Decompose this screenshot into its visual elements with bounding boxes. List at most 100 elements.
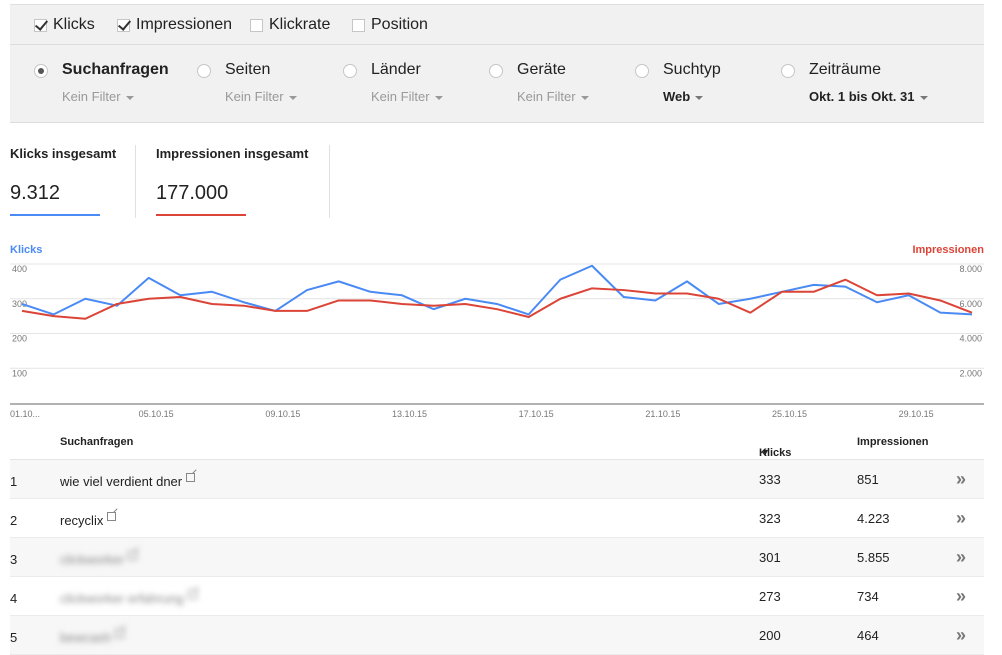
filter-dropdown[interactable]: Kein Filter — [517, 89, 589, 104]
y-tick-right: 2.000 — [959, 368, 982, 378]
row-details-chevron-icon[interactable]: » — [956, 625, 966, 646]
filter-dropdown[interactable]: Kein Filter — [225, 89, 297, 104]
caret-down-icon — [919, 95, 928, 100]
row-index: 5 — [10, 630, 18, 645]
divider — [135, 145, 136, 218]
x-tick-label: 21.10.15 — [645, 409, 680, 419]
row-clicks: 301 — [759, 550, 781, 565]
radio[interactable] — [197, 64, 211, 78]
y-tick-left: 200 — [12, 334, 27, 344]
checkbox-box[interactable] — [352, 18, 365, 32]
divider — [329, 145, 330, 218]
table-row[interactable]: 1 wie viel verdient dner 333 851 » — [10, 460, 984, 499]
caret-down-icon — [288, 95, 297, 100]
radio[interactable] — [635, 64, 649, 78]
table-row[interactable]: 3 clickworker 301 5.855 » — [10, 538, 984, 577]
table-row[interactable]: 2 recyclix 323 4.223 » — [10, 499, 984, 538]
checkbox-label: Klickrate — [269, 16, 331, 33]
row-query[interactable]: recyclix — [60, 512, 117, 528]
external-link-icon[interactable] — [107, 512, 117, 521]
row-details-chevron-icon[interactable]: » — [956, 586, 966, 607]
row-query[interactable]: bewcash — [60, 629, 125, 645]
legend-klicks: Klicks — [10, 244, 43, 256]
table-row[interactable]: 4 clickworker erfahrung 273 734 » — [10, 577, 984, 616]
query-text: clickworker — [60, 552, 125, 567]
row-details-chevron-icon[interactable]: » — [956, 547, 966, 568]
header-impressions[interactable]: Impressionen — [857, 436, 929, 448]
row-query[interactable]: clickworker — [60, 551, 138, 567]
query-text: wie viel verdient dner — [60, 474, 183, 489]
row-impressions: 851 — [857, 472, 879, 487]
checkbox-label: Impressionen — [136, 16, 233, 33]
table-row[interactable]: 5 bewcash 200 464 » — [10, 616, 984, 655]
stat-label: Klicks insgesamt — [10, 146, 117, 161]
row-details-chevron-icon[interactable]: » — [956, 469, 966, 490]
sort-desc-icon: ▼ — [761, 447, 770, 457]
caret-down-icon — [695, 95, 704, 100]
table-body: 1 wie viel verdient dner 333 851 » 2 recyclix 3… — [10, 460, 984, 655]
filter-dropdown[interactable]: Web — [663, 89, 704, 104]
checkbox-label: Klicks — [53, 16, 95, 33]
row-index: 4 — [10, 591, 18, 606]
checkbox-box[interactable] — [117, 18, 130, 32]
row-impressions: 5.855 — [857, 550, 890, 565]
caret-down-icon — [434, 95, 443, 100]
x-tick-label: 13.10.15 — [392, 409, 427, 419]
stat-underline-red — [156, 214, 246, 216]
legend-impressionen: Impressionen — [912, 244, 984, 256]
row-index: 2 — [10, 513, 18, 528]
radio[interactable] — [489, 64, 503, 78]
external-link-icon[interactable] — [128, 551, 138, 560]
filter-text: Kein Filter — [371, 89, 430, 104]
checkbox-klicks[interactable]: Klicks — [34, 16, 95, 34]
checkbox-position[interactable]: Position — [352, 16, 428, 34]
checkbox-box[interactable] — [250, 18, 263, 32]
row-query[interactable]: clickworker erfahrung — [60, 590, 197, 606]
filter-text: Kein Filter — [225, 89, 284, 104]
query-text: clickworker erfahrung — [60, 591, 184, 606]
header-query[interactable]: Suchanfragen — [60, 436, 133, 448]
query-text: recyclix — [60, 513, 104, 528]
checkbox-label: Position — [371, 16, 428, 33]
row-details-chevron-icon[interactable]: » — [956, 508, 966, 529]
row-clicks: 273 — [759, 589, 781, 604]
caret-down-icon — [125, 95, 134, 100]
row-impressions: 4.223 — [857, 511, 890, 526]
filter-dropdown[interactable]: Okt. 1 bis Okt. 31 — [809, 89, 928, 104]
filter-dropdown[interactable]: Kein Filter — [371, 89, 443, 104]
row-clicks: 200 — [759, 628, 781, 643]
radio[interactable] — [781, 64, 795, 78]
stat-value: 177.000 — [156, 182, 229, 204]
series-line-klicks — [21, 264, 973, 316]
x-tick-label: 25.10.15 — [772, 409, 807, 419]
y-tick-left: 400 — [12, 264, 27, 274]
y-tick-right: 4.000 — [959, 334, 982, 344]
stat-impressions-total[interactable]: Impressionen insgesamt 177.000 — [156, 146, 308, 216]
external-link-icon[interactable] — [115, 629, 125, 638]
tab-label: Suchanfragen — [62, 61, 169, 78]
filter-text: Web — [663, 89, 691, 104]
external-link-icon[interactable] — [186, 473, 196, 482]
row-query[interactable]: wie viel verdient dner — [60, 473, 196, 489]
filter-dropdown[interactable]: Kein Filter — [62, 89, 134, 104]
table-header: Suchanfragen Klicks ▼ Impressionen — [10, 425, 984, 460]
checkbox-box[interactable] — [34, 18, 47, 32]
filter-text: Okt. 1 bis Okt. 31 — [809, 89, 915, 104]
queries-table: Suchanfragen Klicks ▼ Impressionen 1 wie v… — [10, 425, 984, 655]
row-clicks: 323 — [759, 511, 781, 526]
x-tick-label: 01.10... — [10, 409, 40, 419]
stat-clicks-total[interactable]: Klicks insgesamt 9.312 — [10, 146, 117, 216]
checkbox-impressionen[interactable]: Impressionen — [117, 16, 232, 34]
checkbox-klickrate[interactable]: Klickrate — [250, 16, 330, 34]
radio-selected[interactable] — [34, 64, 48, 78]
y-tick-right: 8.000 — [959, 264, 982, 274]
radio[interactable] — [343, 64, 357, 78]
line-chart: Klicks Impressionen 400 8.000 300 6.000 200 4… — [0, 240, 1002, 425]
row-impressions: 464 — [857, 628, 879, 643]
x-tick-label: 17.10.15 — [519, 409, 554, 419]
row-index: 1 — [10, 474, 18, 489]
filter-text: Kein Filter — [62, 89, 121, 104]
chart-svg: 400 8.000 300 6.000 200 4.000 100 2.000 01.10...… — [10, 263, 984, 419]
external-link-icon[interactable] — [187, 590, 197, 599]
row-impressions: 734 — [857, 589, 879, 604]
